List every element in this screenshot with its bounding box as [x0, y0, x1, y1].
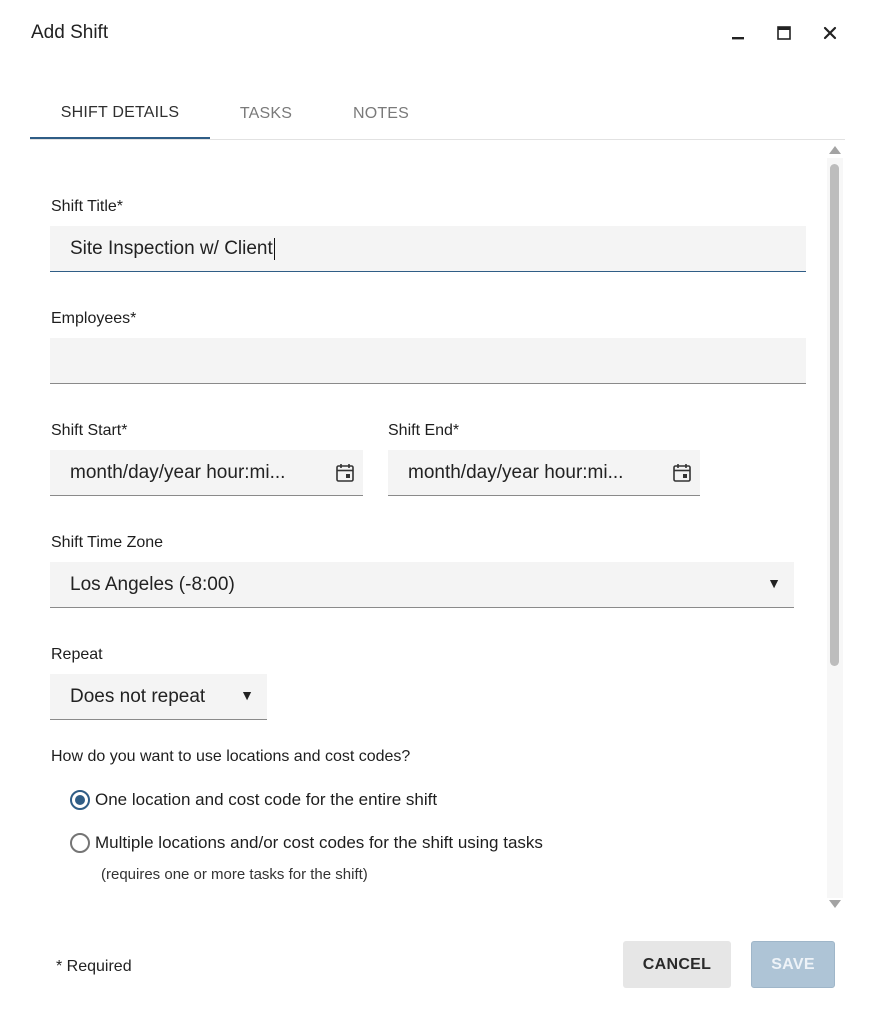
required-note: * Required [56, 958, 132, 975]
location-note: (requires one or more tasks for the shif… [101, 866, 368, 883]
time-zone-select[interactable]: Los Angeles (-8:00) ▼ [50, 562, 794, 608]
dropdown-arrow-icon: ▼ [240, 687, 254, 703]
scroll-up-arrow-icon[interactable] [829, 146, 841, 154]
radio-multiple-locations-label: Multiple locations and/or cost codes for… [95, 833, 543, 852]
employees-input[interactable] [50, 338, 806, 384]
time-zone-value: Los Angeles (-8:00) [70, 573, 235, 595]
time-zone-label: Shift Time Zone [51, 534, 164, 551]
shift-end-input[interactable]: month/day/year hour:mi... [388, 450, 700, 496]
shift-title-label: Shift Title* [51, 198, 124, 215]
shift-start-input[interactable]: month/day/year hour:mi... [50, 450, 363, 496]
tab-shift-details[interactable]: SHIFT DETAILS [30, 88, 210, 139]
close-button[interactable] [819, 22, 841, 44]
shift-end-placeholder: month/day/year hour:mi... [408, 461, 624, 483]
radio-multiple-locations[interactable]: Multiple locations and/or cost codes for… [70, 833, 543, 853]
radio-unchecked-icon[interactable] [70, 833, 90, 853]
radio-one-location-label: One location and cost code for the entir… [95, 790, 438, 809]
repeat-value: Does not repeat [70, 685, 206, 707]
radio-checked-icon[interactable] [70, 790, 90, 810]
cancel-button[interactable]: CANCEL [623, 941, 731, 988]
maximize-button[interactable] [773, 22, 795, 44]
employees-label: Employees* [51, 310, 137, 327]
scroll-down-arrow-icon[interactable] [829, 900, 841, 908]
radio-one-location[interactable]: One location and cost code for the entir… [70, 790, 437, 810]
minimize-button[interactable] [727, 22, 749, 44]
shift-title-value: Site Inspection w/ Client [70, 237, 273, 259]
repeat-select[interactable]: Does not repeat ▼ [50, 674, 267, 720]
tab-bar: SHIFT DETAILS TASKS NOTES [30, 88, 845, 140]
dialog-titlebar: Add Shift [0, 0, 875, 68]
dropdown-arrow-icon: ▼ [767, 575, 781, 591]
form-scroll-area: Shift Title* Site Inspection w/ Client E… [0, 140, 875, 910]
text-caret [273, 237, 275, 260]
shift-start-label: Shift Start* [51, 422, 128, 439]
maximize-icon [777, 26, 791, 40]
calendar-icon[interactable] [334, 462, 356, 484]
calendar-icon[interactable] [671, 462, 693, 484]
dialog-title: Add Shift [31, 22, 109, 43]
minimize-icon [732, 37, 744, 40]
shift-title-input[interactable]: Site Inspection w/ Client [50, 226, 806, 272]
scrollbar-thumb[interactable] [830, 164, 839, 666]
shift-end-label: Shift End* [388, 422, 460, 439]
tab-tasks[interactable]: TASKS [220, 88, 312, 139]
close-icon [823, 26, 837, 40]
vertical-scrollbar[interactable] [827, 146, 843, 908]
shift-start-placeholder: month/day/year hour:mi... [70, 461, 286, 483]
location-question: How do you want to use locations and cos… [51, 748, 411, 765]
tab-notes[interactable]: NOTES [335, 88, 427, 139]
repeat-label: Repeat [51, 646, 103, 663]
save-button[interactable]: SAVE [751, 941, 835, 988]
